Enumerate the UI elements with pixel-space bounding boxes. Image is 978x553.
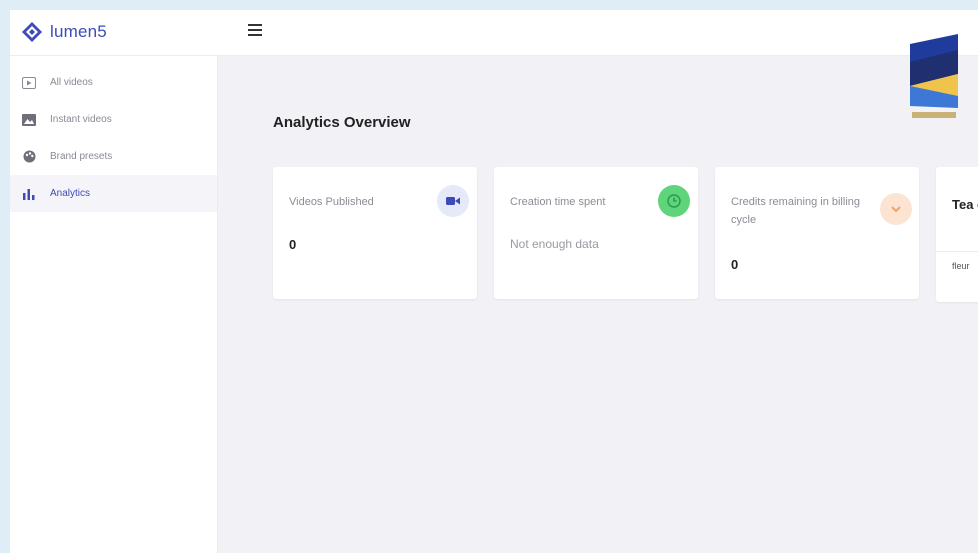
card-divider <box>936 251 978 252</box>
lumen5-logo-icon <box>22 22 42 42</box>
sidebar: All videos Instant videos Brand presets … <box>10 56 218 553</box>
page-title: Analytics Overview <box>273 114 411 131</box>
stat-card-credits-remaining: Credits remaining in billing cycle 0 <box>715 167 919 299</box>
stat-card-videos-published: Videos Published 0 <box>273 167 477 299</box>
card-value: 0 <box>289 237 297 252</box>
hamburger-line <box>248 24 262 26</box>
play-square-icon <box>22 76 36 90</box>
sidebar-item-all-videos[interactable]: All videos <box>10 64 217 101</box>
bar-chart-icon <box>22 187 36 201</box>
card-note: Not enough data <box>510 237 599 251</box>
hamburger-line <box>248 29 262 31</box>
palette-icon <box>22 150 36 164</box>
chevron-down-icon <box>880 193 912 225</box>
card-title: Credits remaining in billing cycle <box>731 196 861 226</box>
stat-card-team: Tea cou fleur <box>936 167 978 302</box>
sidebar-item-label: Instant videos <box>50 114 112 125</box>
card-subtitle: fleur <box>952 261 970 271</box>
card-title: Videos Published <box>289 196 374 208</box>
stat-card-creation-time: Creation time spent Not enough data <box>494 167 698 299</box>
menu-toggle-button[interactable] <box>248 24 262 36</box>
brand-logo-icon <box>910 34 958 118</box>
card-value: 0 <box>731 257 739 272</box>
lumen5-logo[interactable]: lumen5 <box>20 20 107 44</box>
app-window: lumen5 All videos Instant videos Brand p <box>10 10 978 553</box>
hamburger-line <box>248 34 262 36</box>
sidebar-item-instant-videos[interactable]: Instant videos <box>10 101 217 138</box>
clock-icon <box>658 185 690 217</box>
image-icon <box>22 113 36 127</box>
top-bar: lumen5 <box>10 10 978 56</box>
sidebar-item-label: Analytics <box>50 188 91 199</box>
card-title: Tea cou <box>952 197 978 212</box>
sidebar-item-brand-presets[interactable]: Brand presets <box>10 138 217 175</box>
sidebar-item-label: Brand presets <box>50 151 113 162</box>
sidebar-item-label: All videos <box>50 77 93 88</box>
sidebar-item-analytics[interactable]: Analytics <box>10 175 217 212</box>
app-name: lumen5 <box>50 22 107 41</box>
video-camera-icon <box>437 185 469 217</box>
card-title: Creation time spent <box>510 196 606 208</box>
